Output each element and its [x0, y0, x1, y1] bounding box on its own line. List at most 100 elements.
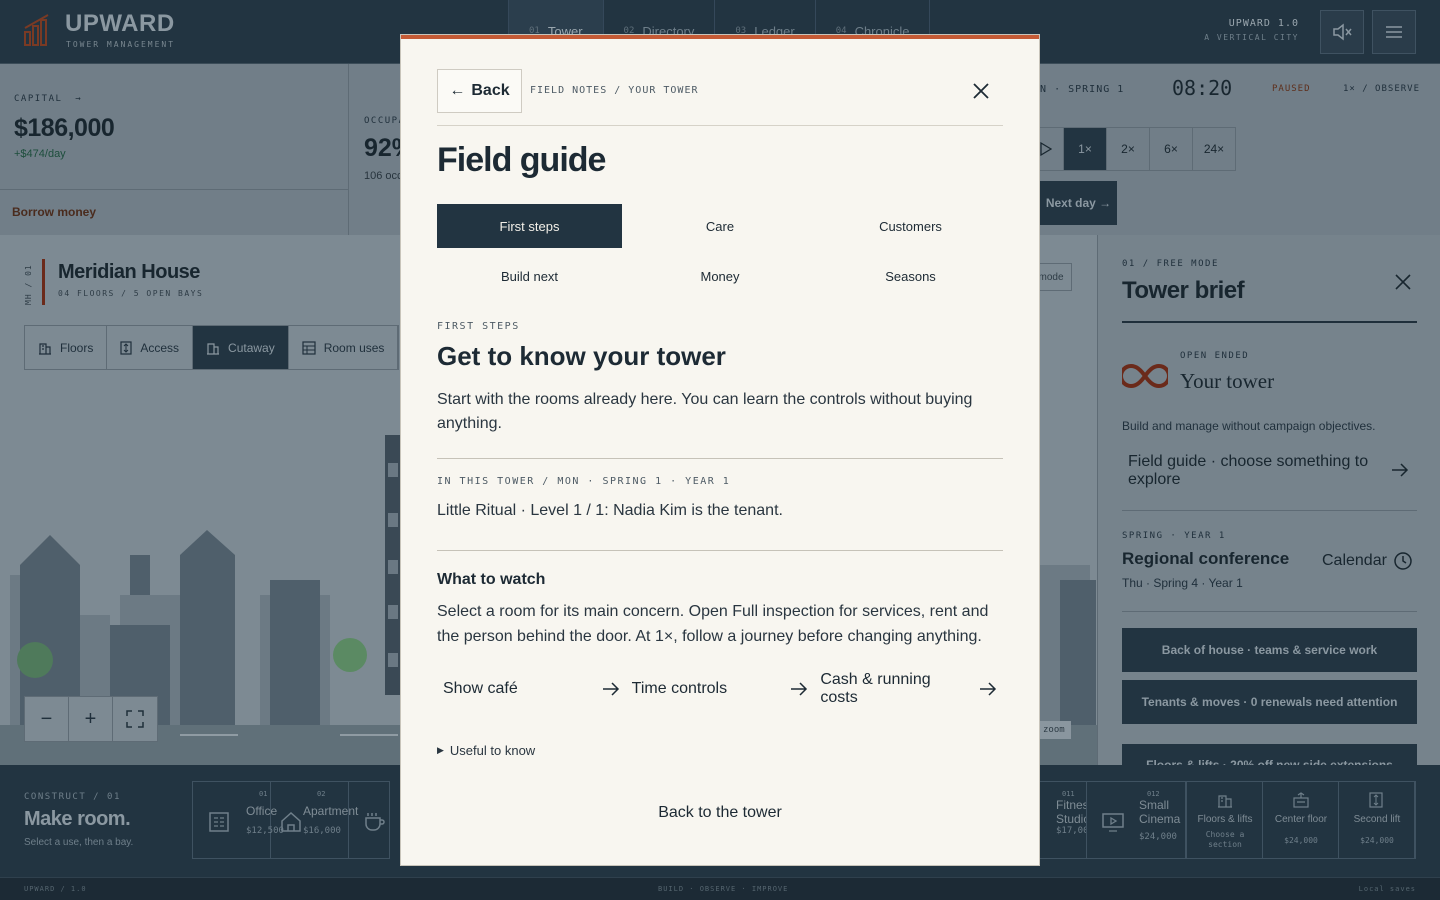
- back-button[interactable]: ← Back: [437, 69, 522, 113]
- view-toggle: Floors Access Cutaway Room uses: [24, 325, 400, 370]
- field-guide-link[interactable]: Field guide · choose something to explor…: [1122, 443, 1417, 511]
- zoom-controls: − +: [24, 696, 158, 742]
- borrow-money-button[interactable]: Borrow money: [0, 189, 349, 235]
- screen-icon: [1102, 813, 1124, 832]
- home-icon: [281, 811, 301, 832]
- app-subtitle: TOWER MANAGEMENT: [66, 40, 176, 49]
- room-label: Fitness Studio: [1056, 798, 1086, 826]
- calendar-button[interactable]: Calendar: [1322, 551, 1413, 571]
- in-tower-label: IN THIS TOWER / MON · SPRING 1 · YEAR 1: [437, 476, 731, 487]
- paused-status: PAUSED: [1272, 84, 1311, 94]
- room-palette: 01 Office $12,500 02 Apartment $16,000: [192, 781, 390, 859]
- intro-text: Start with the rooms already here. You c…: [437, 391, 973, 432]
- room-fitness-studio[interactable]: 011 Fitness Studio $17,000: [1040, 782, 1086, 858]
- view-cutaway-button[interactable]: Cutaway: [193, 326, 289, 369]
- arrow-right-icon: [1391, 463, 1409, 482]
- tab-first-steps[interactable]: First steps: [437, 204, 622, 248]
- next-day-button[interactable]: Next day →: [1040, 181, 1117, 225]
- section-price: $24,000: [1360, 836, 1394, 845]
- divider: [1122, 611, 1417, 612]
- section-label: Center floor: [1274, 814, 1328, 825]
- cutaway-icon: [207, 342, 220, 355]
- guide-links: Show café Time controls Cash & running c…: [437, 667, 1003, 711]
- link-label: Cash & running costs: [820, 671, 931, 706]
- menu-button[interactable]: [1372, 10, 1416, 54]
- room-number: 012: [1147, 790, 1160, 798]
- construct-subtitle: Select a use, then a bay.: [24, 837, 134, 848]
- back-to-tower-button[interactable]: Back to the tower: [437, 793, 1003, 833]
- divider: [437, 125, 1003, 126]
- field-guide-label: Field guide · choose something to explor…: [1128, 453, 1369, 488]
- brief-title: Tower brief: [1122, 277, 1245, 304]
- fullscreen-button[interactable]: [113, 697, 157, 741]
- clock-time: 08:20: [1172, 76, 1233, 100]
- mute-button[interactable]: [1320, 10, 1364, 54]
- occupancy-card: OCCUPANCY 92% 106 occupants: [350, 64, 401, 235]
- back-of-house-button[interactable]: Back of house · teams & service work: [1122, 628, 1417, 672]
- center-floor-option[interactable]: Center floor $24,000: [1263, 782, 1339, 858]
- tab-build-next[interactable]: Build next: [437, 254, 622, 298]
- page-title: Field guide: [437, 141, 606, 179]
- zoom-in-button[interactable]: +: [69, 697, 113, 741]
- section-label: FIRST STEPS: [437, 321, 520, 332]
- divider: [437, 550, 1003, 551]
- useful-to-know-toggle[interactable]: ▶ Useful to know: [437, 743, 535, 758]
- brief-description: Build and manage without campaign object…: [1122, 419, 1376, 433]
- section-hint: Choose a section: [1205, 830, 1245, 849]
- tower-name: Meridian House: [58, 261, 200, 283]
- speed-mode: 1× / OBSERVE: [1342, 84, 1420, 94]
- close-icon[interactable]: [971, 81, 991, 101]
- room-apartment[interactable]: 02 Apartment $16,000: [271, 782, 358, 858]
- room-palette-right: 011 Fitness Studio $17,000 012 Small Cin…: [1040, 781, 1187, 859]
- arrow-right-icon: →: [75, 94, 83, 104]
- view-label: Room uses: [323, 340, 385, 355]
- speed-24x-button[interactable]: 24×: [1192, 127, 1236, 171]
- second-lift-option[interactable]: Second lift $24,000: [1339, 782, 1415, 858]
- event-date: Thu · Spring 4 · Year 1: [1122, 576, 1243, 590]
- tab-customers[interactable]: Customers: [818, 204, 1003, 248]
- watch-title: What to watch: [437, 571, 546, 588]
- floors-lifts-option[interactable]: Floors & lifts Choose a section: [1187, 782, 1263, 858]
- watch-text: Select a room for its main concern. Open…: [437, 603, 989, 645]
- capital-card[interactable]: CAPITAL → $186,000 +$474/day: [0, 64, 349, 189]
- view-floors-button[interactable]: Floors: [25, 326, 108, 369]
- arrow-right-icon: [980, 682, 997, 696]
- guide-tabs: First steps Care Customers Build next Mo…: [437, 204, 1003, 298]
- section-price: $24,000: [1284, 836, 1318, 845]
- tab-seasons[interactable]: Seasons: [818, 254, 1003, 298]
- section-label: Second lift: [1353, 814, 1401, 825]
- show-cafe-link[interactable]: Show café: [437, 667, 626, 711]
- arrow-right-icon: [791, 682, 808, 696]
- room-small-cinema[interactable]: 012 Small Cinema $24,000: [1086, 782, 1186, 858]
- calendar-label: Calendar: [1322, 552, 1387, 569]
- speed-1x-button[interactable]: 1×: [1063, 127, 1107, 171]
- version-block: UPWARD 1.0 A VERTICAL CITY: [1204, 18, 1299, 42]
- back-label: Back: [471, 82, 510, 99]
- footer-left: UPWARD / 1.0: [24, 885, 87, 893]
- plus-icon: +: [84, 707, 97, 730]
- cash-running-costs-link[interactable]: Cash & running costs: [814, 667, 1003, 711]
- your-tower-title: Your tower: [1180, 369, 1275, 393]
- building-icon: [39, 342, 51, 355]
- floors-lifts-button[interactable]: Floors & lifts · 20% off new side extens…: [1122, 744, 1417, 765]
- speed-6x-button[interactable]: 6×: [1149, 127, 1193, 171]
- field-guide-modal: ← Back FIELD NOTES / YOUR TOWER Field gu…: [401, 35, 1039, 865]
- construct-title: Make room.: [24, 808, 131, 830]
- capital-delta: +$474/day: [14, 148, 66, 160]
- room-office[interactable]: 01 Office $12,500: [193, 782, 284, 858]
- play-icon: [1040, 142, 1052, 156]
- details-label: Useful to know: [449, 743, 536, 758]
- room-cafe[interactable]: [349, 782, 389, 858]
- close-icon[interactable]: [1394, 273, 1412, 291]
- tenants-moves-button[interactable]: Tenants & moves · 0 renewals need attent…: [1122, 680, 1417, 724]
- accent-bar: [42, 259, 45, 305]
- tab-care[interactable]: Care: [622, 204, 818, 248]
- view-room-uses-button[interactable]: Room uses: [289, 326, 399, 369]
- tab-money[interactable]: Money: [622, 254, 818, 298]
- floor-icon: [1293, 792, 1309, 808]
- view-access-button[interactable]: Access: [107, 326, 194, 369]
- time-controls-link[interactable]: Time controls: [626, 667, 815, 711]
- zoom-out-button[interactable]: −: [25, 697, 69, 741]
- speed-2x-button[interactable]: 2×: [1106, 127, 1150, 171]
- infinity-icon: [1122, 363, 1168, 389]
